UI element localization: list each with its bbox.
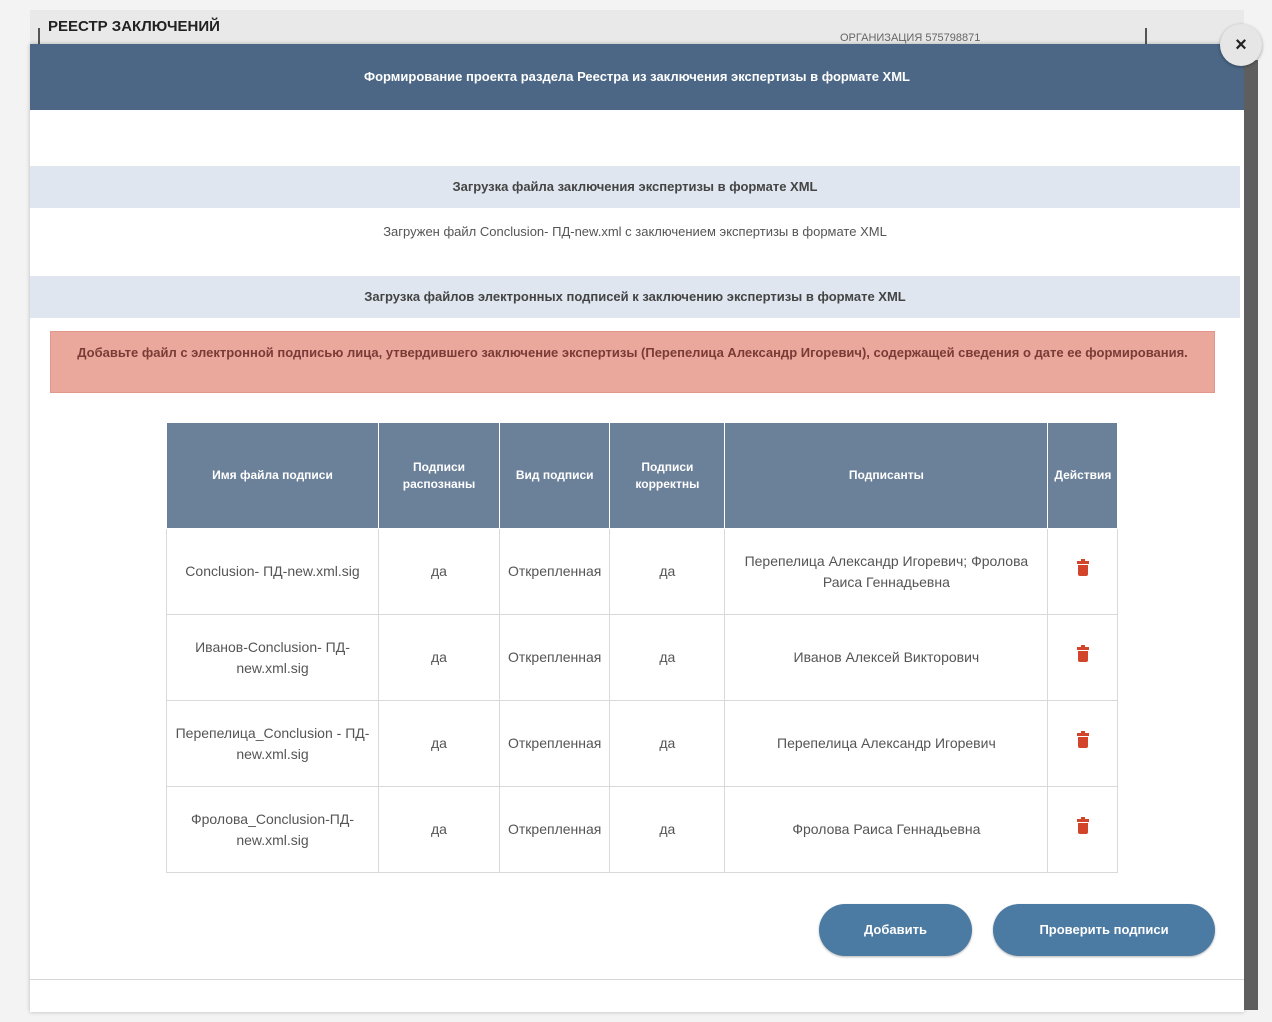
cell-file: Перепелица_Conclusion - ПД-new.xml.sig — [166, 700, 379, 787]
cell-signers: Перепелица Александр Игоревич — [724, 700, 1049, 787]
cell-recognized: да — [378, 614, 500, 701]
modal-title: Формирование проекта раздела Реестра из … — [30, 44, 1244, 110]
close-icon[interactable]: × — [1220, 24, 1262, 66]
table-row: Иванов-Conclusion- ПД-new.xml.sig да Отк… — [166, 614, 1119, 701]
cell-type: Открепленная — [498, 614, 611, 701]
trash-icon[interactable] — [1076, 645, 1089, 662]
trash-icon[interactable] — [1076, 817, 1089, 834]
cell-correct: да — [609, 786, 726, 873]
alert-missing-signature: Добавьте файл с электронной подписью лиц… — [50, 331, 1215, 393]
modal-scrollbar[interactable] — [1244, 60, 1258, 1010]
column-header-correct: Подписи корректны — [609, 422, 726, 529]
table-row: Conclusion- ПД-new.xml.sig да Открепленн… — [166, 528, 1119, 615]
signatures-table: Имя файла подписи Подписи распознаны Вид… — [166, 422, 1119, 873]
cell-recognized: да — [378, 700, 500, 787]
column-header-type: Вид подписи — [498, 422, 611, 529]
trash-icon[interactable] — [1076, 731, 1089, 748]
table-row: Перепелица_Conclusion - ПД-new.xml.sig д… — [166, 700, 1119, 787]
cell-actions — [1047, 614, 1119, 701]
table-row: Фролова_Conclusion-ПД-new.xml.sig да Отк… — [166, 786, 1119, 873]
uploaded-file-info: Загружен файл Conclusion- ПД-new.xml с з… — [383, 224, 887, 239]
add-signature-button[interactable]: Добавить — [819, 904, 972, 956]
cell-signers: Фролова Раиса Геннадьевна — [724, 786, 1049, 873]
cell-file: Иванов-Conclusion- ПД-new.xml.sig — [166, 614, 379, 701]
background-page-title: РЕЕСТР ЗАКЛЮЧЕНИЙ — [48, 18, 220, 35]
cell-type: Открепленная — [498, 700, 611, 787]
modal-dialog: Формирование проекта раздела Реестра из … — [30, 44, 1244, 1012]
background-header: РЕЕСТР ЗАКЛЮЧЕНИЙ ОРГАНИЗАЦИЯ 575798871 — [30, 10, 1244, 47]
table-header-row: Имя файла подписи Подписи распознаны Вид… — [166, 422, 1119, 529]
verify-signatures-button[interactable]: Проверить подписи — [993, 904, 1215, 956]
cell-recognized: да — [378, 786, 500, 873]
column-header-file: Имя файла подписи — [166, 422, 379, 529]
cell-recognized: да — [378, 528, 500, 615]
cell-file: Conclusion- ПД-new.xml.sig — [166, 528, 379, 615]
cell-correct: да — [609, 528, 726, 615]
cell-type: Открепленная — [498, 786, 611, 873]
modal-footer-divider — [30, 979, 1244, 980]
cell-type: Открепленная — [498, 528, 611, 615]
cell-file: Фролова_Conclusion-ПД-new.xml.sig — [166, 786, 379, 873]
trash-icon[interactable] — [1076, 559, 1089, 576]
cell-signers: Иванов Алексей Викторович — [724, 614, 1049, 701]
column-header-recognized: Подписи распознаны — [378, 422, 500, 529]
cell-signers: Перепелица Александр Игоревич; Фролова Р… — [724, 528, 1049, 615]
column-header-actions: Действия — [1047, 422, 1119, 529]
section-signature-upload-title: Загрузка файлов электронных подписей к з… — [30, 276, 1240, 318]
cell-actions — [1047, 700, 1119, 787]
column-header-signers: Подписанты — [724, 422, 1049, 529]
organization-label: ОРГАНИЗАЦИЯ 575798871 — [840, 32, 981, 44]
cell-correct: да — [609, 700, 726, 787]
section-xml-upload-title: Загрузка файла заключения экспертизы в ф… — [30, 166, 1240, 208]
cell-actions — [1047, 528, 1119, 615]
cell-correct: да — [609, 614, 726, 701]
cell-actions — [1047, 786, 1119, 873]
